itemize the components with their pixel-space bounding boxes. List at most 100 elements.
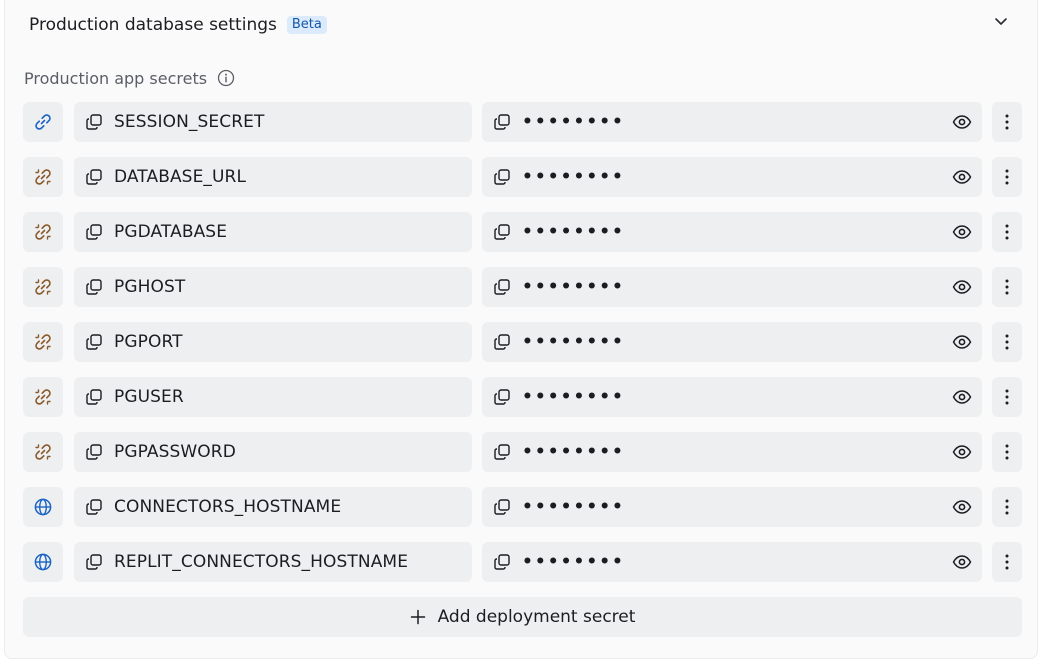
eye-icon[interactable] [952, 497, 972, 517]
more-options-button[interactable] [992, 157, 1022, 197]
secret-value-field[interactable]: •••••••• [482, 542, 982, 582]
secret-type-button[interactable] [23, 212, 63, 252]
globe-icon [33, 552, 53, 572]
copy-icon[interactable] [492, 112, 512, 132]
secret-type-button[interactable] [23, 267, 63, 307]
secret-value-field[interactable]: •••••••• [482, 432, 982, 472]
eye-icon[interactable] [952, 332, 972, 352]
copy-icon[interactable] [84, 387, 104, 407]
kebab-icon [1005, 389, 1009, 405]
secret-value-field[interactable]: •••••••• [482, 267, 982, 307]
unlink-icon [33, 277, 53, 297]
copy-icon[interactable] [84, 277, 104, 297]
copy-icon[interactable] [492, 387, 512, 407]
eye-icon[interactable] [952, 552, 972, 572]
more-options-button[interactable] [992, 542, 1022, 582]
secret-type-button[interactable] [23, 377, 63, 417]
copy-icon[interactable] [84, 112, 104, 132]
beta-badge: Beta [286, 16, 327, 34]
production-database-settings-panel: Production database settings Beta Produc… [4, 0, 1038, 659]
copy-icon[interactable] [492, 552, 512, 572]
secret-key-field[interactable]: PGPORT [74, 322, 472, 362]
copy-icon[interactable] [492, 442, 512, 462]
more-options-button[interactable] [992, 102, 1022, 142]
copy-icon[interactable] [84, 552, 104, 572]
secret-value-text: •••••••• [522, 277, 625, 297]
secret-key-field[interactable]: PGHOST [74, 267, 472, 307]
secret-type-button[interactable] [23, 157, 63, 197]
more-options-button[interactable] [992, 432, 1022, 472]
secret-value-field[interactable]: •••••••• [482, 212, 982, 252]
secret-type-button[interactable] [23, 542, 63, 582]
secret-value-text: •••••••• [522, 552, 625, 572]
secret-key-field[interactable]: DATABASE_URL [74, 157, 472, 197]
secret-key-field[interactable]: PGDATABASE [74, 212, 472, 252]
section-label-text: Production app secrets [24, 68, 208, 88]
chevron-down-icon[interactable] [991, 11, 1011, 31]
unlink-icon [33, 442, 53, 462]
copy-icon[interactable] [492, 277, 512, 297]
globe-icon [33, 497, 53, 517]
more-options-button[interactable] [992, 212, 1022, 252]
eye-icon[interactable] [952, 112, 972, 132]
secret-value-text: •••••••• [522, 112, 625, 132]
kebab-icon [1005, 224, 1009, 240]
secret-key-field[interactable]: SESSION_SECRET [74, 102, 472, 142]
copy-icon[interactable] [492, 222, 512, 242]
kebab-icon [1005, 499, 1009, 515]
kebab-icon [1005, 114, 1009, 130]
more-options-button[interactable] [992, 322, 1022, 362]
secret-type-button[interactable] [23, 102, 63, 142]
info-icon[interactable] [217, 69, 235, 87]
kebab-icon [1005, 279, 1009, 295]
eye-icon[interactable] [952, 167, 972, 187]
secret-key-text: SESSION_SECRET [114, 112, 265, 132]
kebab-icon [1005, 169, 1009, 185]
add-deployment-secret-button[interactable]: Add deployment secret [23, 597, 1022, 637]
secret-key-text: PGPORT [114, 332, 183, 352]
secret-key-text: DATABASE_URL [114, 167, 247, 187]
more-options-button[interactable] [992, 487, 1022, 527]
eye-icon[interactable] [952, 442, 972, 462]
secret-key-field[interactable]: PGPASSWORD [74, 432, 472, 472]
copy-icon[interactable] [84, 497, 104, 517]
secret-value-text: •••••••• [522, 167, 625, 187]
secret-key-field[interactable]: PGUSER [74, 377, 472, 417]
copy-icon[interactable] [492, 497, 512, 517]
kebab-icon [1005, 334, 1009, 350]
secret-value-field[interactable]: •••••••• [482, 157, 982, 197]
eye-icon[interactable] [952, 387, 972, 407]
secret-type-button[interactable] [23, 432, 63, 472]
secret-value-text: •••••••• [522, 222, 625, 242]
eye-icon[interactable] [952, 277, 972, 297]
secret-value-field[interactable]: •••••••• [482, 377, 982, 417]
eye-icon[interactable] [952, 222, 972, 242]
secret-key-field[interactable]: CONNECTORS_HOSTNAME [74, 487, 472, 527]
secret-value-field[interactable]: •••••••• [482, 487, 982, 527]
secret-type-button[interactable] [23, 322, 63, 362]
secret-key-text: PGPASSWORD [114, 442, 236, 462]
copy-icon[interactable] [492, 332, 512, 352]
more-options-button[interactable] [992, 267, 1022, 307]
unlink-icon [33, 332, 53, 352]
panel-title: Production database settings [29, 15, 277, 35]
secret-value-field[interactable]: •••••••• [482, 322, 982, 362]
panel-header: Production database settings Beta [29, 12, 327, 38]
more-options-button[interactable] [992, 377, 1022, 417]
copy-icon[interactable] [84, 442, 104, 462]
secret-value-text: •••••••• [522, 332, 625, 352]
unlink-icon [33, 167, 53, 187]
unlink-icon [33, 222, 53, 242]
copy-icon[interactable] [492, 167, 512, 187]
link-icon [33, 112, 53, 132]
copy-icon[interactable] [84, 332, 104, 352]
copy-icon[interactable] [84, 222, 104, 242]
secret-type-button[interactable] [23, 487, 63, 527]
secret-value-field[interactable]: •••••••• [482, 102, 982, 142]
add-deployment-secret-label: Add deployment secret [437, 607, 636, 627]
kebab-icon [1005, 554, 1009, 570]
copy-icon[interactable] [84, 167, 104, 187]
secret-key-field[interactable]: REPLIT_CONNECTORS_HOSTNAME [74, 542, 472, 582]
secret-value-text: •••••••• [522, 497, 625, 517]
secret-value-text: •••••••• [522, 387, 625, 407]
